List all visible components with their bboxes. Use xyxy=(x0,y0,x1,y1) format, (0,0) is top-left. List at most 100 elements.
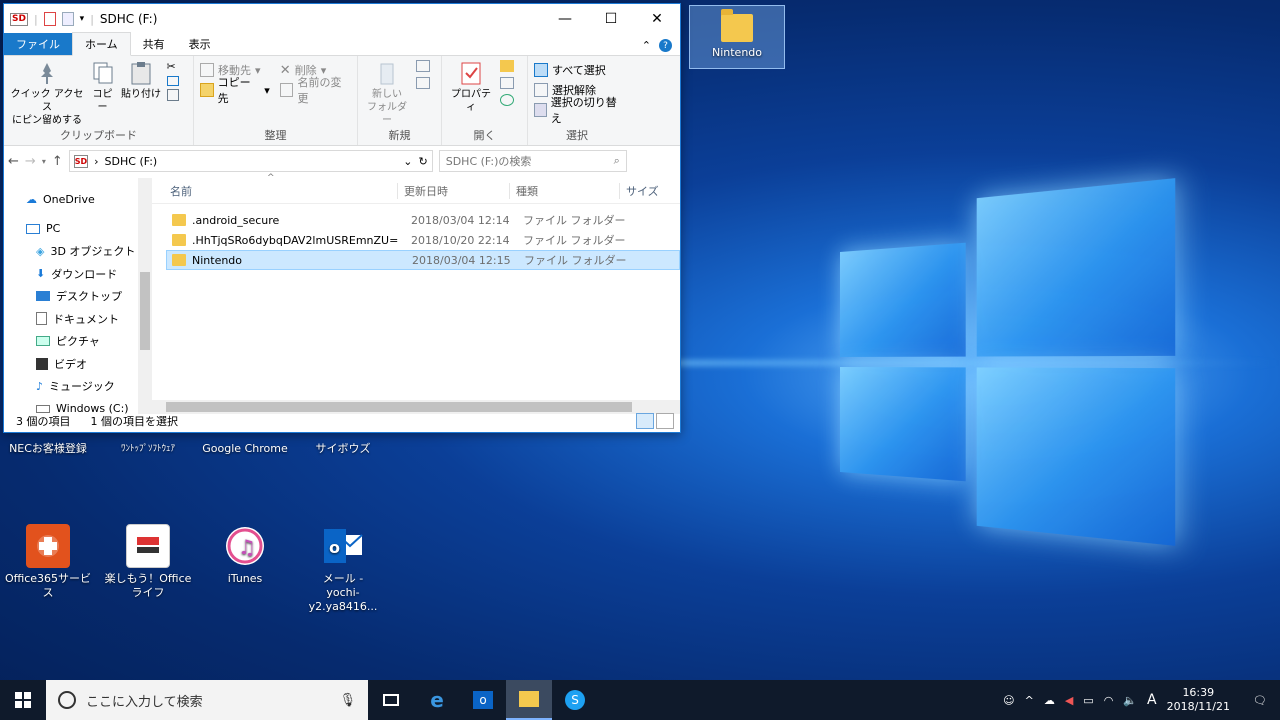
sort-ascending-icon: ^ xyxy=(267,172,275,183)
desktop-icon-label: メール - yochi-y2.ya8416... xyxy=(308,572,378,613)
column-header-date[interactable]: 更新日時 xyxy=(397,182,509,199)
nav-scrollbar[interactable] xyxy=(138,178,152,414)
tab-home[interactable]: ホーム xyxy=(72,32,131,56)
nav-item-music[interactable]: ♪ ミュージック xyxy=(4,375,152,398)
nav-item-videos[interactable]: ビデオ xyxy=(4,353,152,376)
taskbar-search-input[interactable]: ここに入力して検索 🎙 xyxy=(46,680,368,720)
search-input[interactable]: SDHC (F:)の検索 ⌕ xyxy=(438,150,627,172)
explorer-window[interactable]: SD | ▾ | SDHC (F:) — ☐ ✕ ファイル ホーム 共有 表示 … xyxy=(3,3,681,433)
clock-time: 16:39 xyxy=(1182,686,1215,699)
cut-icon[interactable]: ✂ xyxy=(167,60,179,73)
chevron-up-icon[interactable]: ⌃ xyxy=(642,39,651,52)
battery-icon[interactable]: ▭ xyxy=(1083,694,1093,707)
address-bar-row: ← → ▾ ↑ SD › SDHC (F:) ⌄ ↻ SDHC (F:)の検索 … xyxy=(4,146,680,176)
speaker-icon[interactable]: 🔈 xyxy=(1123,694,1137,707)
easy-access-icon[interactable] xyxy=(415,77,430,89)
recent-locations-icon[interactable]: ▾ xyxy=(42,157,46,166)
pc-icon xyxy=(26,223,40,234)
taskbar-search-placeholder: ここに入力して検索 xyxy=(86,694,203,710)
nav-item-pictures[interactable]: ピクチャ xyxy=(4,330,152,353)
column-header-type[interactable]: 種類 xyxy=(509,182,619,199)
desktop-icon-chrome[interactable]: Google Chrome xyxy=(200,442,290,456)
volume-muted-icon[interactable]: ◀ xyxy=(1065,694,1073,707)
new-item-icon[interactable] xyxy=(415,60,430,72)
close-button[interactable]: ✕ xyxy=(634,4,680,34)
chevron-down-icon[interactable]: ▾ xyxy=(80,14,85,24)
ime-indicator[interactable]: A xyxy=(1147,692,1157,708)
copy-to-button[interactable]: コピー先 ▾ xyxy=(200,76,270,105)
open-icon[interactable] xyxy=(499,60,514,72)
nav-item-3d-objects[interactable]: ◈ 3D オブジェクト xyxy=(4,240,152,263)
nav-item-downloads[interactable]: ⬇ ダウンロード xyxy=(4,263,152,286)
nav-item-desktop[interactable]: デスクトップ xyxy=(4,285,152,308)
column-header-size[interactable]: サイズ xyxy=(619,182,669,199)
invert-selection-button[interactable]: 選択の切り替え xyxy=(534,96,620,125)
new-folder-quick-icon[interactable] xyxy=(61,12,74,26)
file-row-selected[interactable]: Nintendo 2018/03/04 12:15 ファイル フォルダー xyxy=(166,250,680,270)
nav-item-pc[interactable]: PC xyxy=(4,218,152,241)
tab-share[interactable]: 共有 xyxy=(131,33,177,55)
desktop-icon-cybozu[interactable]: サイボウズ xyxy=(298,442,388,456)
desktop-icon-mail[interactable]: o メール - yochi-y2.ya8416... xyxy=(298,524,388,614)
title-bar[interactable]: SD | ▾ | SDHC (F:) — ☐ ✕ xyxy=(4,4,680,34)
properties-quick-icon[interactable] xyxy=(43,12,56,26)
copy-path-icon[interactable] xyxy=(166,76,179,86)
nav-item-onedrive[interactable]: ☁ OneDrive xyxy=(4,188,152,211)
details-view-icon[interactable] xyxy=(636,413,654,429)
copy-button[interactable]: コピー xyxy=(90,60,116,114)
tab-view[interactable]: 表示 xyxy=(177,33,223,55)
svg-text:♫: ♫ xyxy=(238,535,256,559)
onedrive-cloud-icon[interactable]: ☁ xyxy=(1044,694,1055,707)
clock-date: 2018/11/21 xyxy=(1166,700,1230,713)
desktop-icon-nec[interactable]: NECお客様登録 xyxy=(3,442,93,456)
back-arrow-icon[interactable]: ← xyxy=(8,154,19,169)
rename-button[interactable]: 名前の変更 xyxy=(279,76,351,105)
pin-quick-access-button[interactable]: クイック アクセス にピン留めする xyxy=(10,60,84,127)
file-row[interactable]: .HhTjqSRo6dybqDAV2lmUSREmnZU= 2018/10/20… xyxy=(166,230,680,250)
address-text: SDHC (F:) xyxy=(104,154,158,168)
address-field[interactable]: SD › SDHC (F:) ⌄ ↻ xyxy=(68,150,433,172)
nav-item-documents[interactable]: ドキュメント xyxy=(4,308,152,331)
wifi-icon[interactable]: ◠ xyxy=(1104,694,1114,707)
taskbar-outlook[interactable]: o xyxy=(460,680,506,720)
desktop-icon-nintendo[interactable]: Nintendo xyxy=(689,5,785,69)
status-item-count: 3 個の項目 xyxy=(16,415,71,428)
column-header-name[interactable]: 名前 ^ xyxy=(152,173,397,199)
taskbar-skype[interactable]: S xyxy=(552,680,598,720)
maximize-button[interactable]: ☐ xyxy=(588,4,634,34)
file-row[interactable]: .android_secure 2018/03/04 12:14 ファイル フォ… xyxy=(166,210,680,230)
microphone-icon[interactable]: 🎙 xyxy=(339,693,356,708)
clock[interactable]: 16:39 2018/11/21 xyxy=(1167,686,1230,714)
chevron-down-icon[interactable]: ⌄ xyxy=(403,155,412,168)
desktop-icon-office-life[interactable]: 楽しもう！Office ライフ xyxy=(103,524,193,600)
properties-button[interactable]: プロパティ xyxy=(448,60,494,114)
tab-file[interactable]: ファイル xyxy=(4,33,72,55)
minimize-button[interactable]: — xyxy=(542,4,588,34)
desktop-icon-office365[interactable]: Office365サービス xyxy=(3,524,93,600)
desktop-icon-label: iTunes xyxy=(227,572,263,585)
start-button[interactable] xyxy=(0,680,46,720)
refresh-icon[interactable]: ↻ xyxy=(419,155,428,168)
desktop-icon-itunes[interactable]: ♫ iTunes xyxy=(200,524,290,586)
large-icons-view-icon[interactable] xyxy=(656,413,674,429)
people-icon[interactable]: ☺ xyxy=(1003,694,1014,707)
desktop-icon-label: 楽しもう！Office ライフ xyxy=(104,572,192,599)
new-folder-button[interactable]: 新しい フォルダー xyxy=(364,60,410,127)
forward-arrow-icon[interactable]: → xyxy=(25,154,36,169)
help-icon[interactable]: ? xyxy=(659,39,672,52)
search-placeholder: SDHC (F:)の検索 xyxy=(445,155,532,168)
desktop-icon-onetop[interactable]: ﾜﾝﾄｯﾌﾟｿﾌﾄｳｪｱ xyxy=(103,442,193,456)
task-view-button[interactable] xyxy=(368,680,414,720)
up-arrow-icon[interactable]: ↑ xyxy=(52,154,63,169)
notification-icon[interactable]: 🗨 xyxy=(1240,694,1280,707)
history-icon[interactable] xyxy=(499,94,514,106)
paste-button[interactable]: 貼り付け xyxy=(121,60,161,101)
select-none-icon xyxy=(534,83,548,97)
select-all-button[interactable]: すべて選択 xyxy=(534,60,620,80)
show-hidden-icons-chevron[interactable]: ^ xyxy=(1025,694,1034,707)
paste-shortcut-icon[interactable] xyxy=(166,89,179,101)
edit-icon[interactable] xyxy=(499,77,514,89)
taskbar-file-explorer[interactable] xyxy=(506,680,552,720)
outlook-icon: o xyxy=(321,524,365,568)
taskbar-edge[interactable]: e xyxy=(414,680,460,720)
